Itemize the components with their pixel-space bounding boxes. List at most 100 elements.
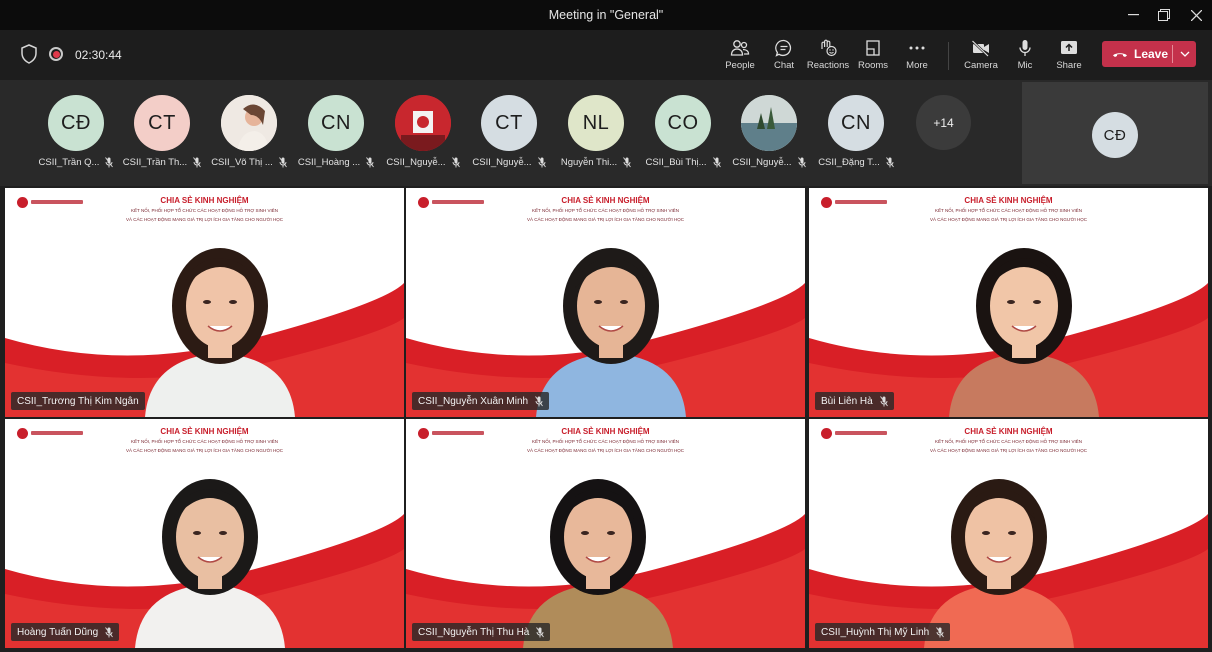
avatar-initials: CĐ [61,111,91,134]
participant-name: CSII_Hoàng ... [297,157,361,168]
participant-name: CSII_Nguyễ... [386,157,446,168]
avatar-initials: CT [148,111,176,134]
hang-up-icon [1113,53,1127,57]
participant-name: CSII_Đặng T... [818,157,880,168]
more-participants-button[interactable]: +14 [916,95,971,150]
participant-item[interactable]: CN CSII_Đặng T... [813,95,899,168]
video-tile[interactable]: CHIA SẺ KINH NGHIỆM KẾT NỐI, PHỐI HỢP TỔ … [406,419,805,648]
participant-avatar: CT [481,95,537,151]
share-button[interactable]: Share [1044,36,1094,76]
mic-muted-icon [193,157,202,168]
people-button[interactable]: People [715,36,765,76]
participant-item[interactable]: CN CSII_Hoàng ... [293,95,379,168]
participant-strip: +14 CĐ CĐ CSII_Trần Q... CT CSII_Trần Th...… [0,80,1212,186]
participant-name-tag: CSII_Nguyễn Xuân Minh [412,392,550,410]
mic-button[interactable]: Mic [1000,36,1050,76]
leave-button[interactable]: Leave [1102,41,1196,67]
participant-name-row: Nguyễn Thi... [553,157,639,168]
minimize-icon [1127,14,1139,16]
rooms-button[interactable]: Rooms [848,36,898,76]
participant-name-tag: Bùi Liên Hà [815,392,894,410]
toolbar-divider [948,42,949,70]
mic-muted-icon [105,157,114,168]
participant-item[interactable]: NL Nguyễn Thi... [553,95,639,168]
participant-name-row: CSII_Trần Q... [33,157,119,168]
participant-name: Nguyễn Thi... [560,157,618,168]
participant-avatar: CN [308,95,364,151]
participant-item[interactable]: CĐ CSII_Trần Q... [33,95,119,168]
leave-label: Leave [1134,47,1169,61]
participant-avatar [395,95,451,151]
participant-item[interactable]: CSII_Võ Thị ... [206,95,292,168]
participant-name-tag: CSII_Nguyễn Thị Thu Hà [412,623,551,641]
chevron-down-icon [1180,51,1189,57]
participant-name-row: CSII_Nguyễ... [726,157,812,168]
minimize-button[interactable] [1117,0,1149,30]
chat-button[interactable]: Chat [759,36,809,76]
participant-item[interactable]: CO CSII_Bùi Thị... [640,95,726,168]
participant-avatar: CĐ [48,95,104,151]
close-button[interactable] [1180,0,1212,30]
mic-muted-icon [105,626,114,637]
rooms-label: Rooms [857,60,889,71]
tile-participant-name: CSII_Trương Thị Kim Ngân [17,395,139,407]
avatar-initials: CN [841,111,871,134]
rooms-icon [866,40,880,56]
mic-muted-icon [537,157,546,168]
participant-name-row: CSII_Nguyễ... [380,157,466,168]
tile-participant-name: Hoàng Tuấn Dũng [17,626,99,638]
mic-muted-icon [712,157,721,168]
participant-avatar: CT [134,95,190,151]
participant-video-person [145,248,295,417]
teams-meeting-window: Meeting in "General" 02:30:44 People Cha… [0,0,1212,652]
share-icon [1061,41,1077,54]
restore-button[interactable] [1148,0,1180,30]
leave-options-dropdown[interactable] [1173,51,1196,57]
mic-muted-icon [936,626,945,637]
self-avatar: CĐ [1092,112,1138,158]
more-icon [909,46,925,50]
participant-name-tag: Hoàng Tuấn Dũng [11,623,120,641]
participant-name: CSII_Nguyễ... [472,157,532,168]
avatar-initials: CT [495,111,523,134]
participant-avatar: CO [655,95,711,151]
participant-name-row: CSII_Đặng T... [813,157,899,168]
more-button[interactable]: More [892,36,942,76]
video-tile[interactable]: CHIA SẺ KINH NGHIỆM KẾT NỐI, PHỐI HỢP TỔ … [5,188,404,417]
participant-video-person [924,479,1074,648]
shield-icon[interactable] [20,44,38,64]
close-icon [1190,9,1202,21]
meeting-toolbar: 02:30:44 People Chat Reactions Rooms Mor… [0,30,1212,80]
participant-item[interactable]: CSII_Nguyễ... [380,95,466,168]
participant-video-person [949,248,1099,417]
mic-muted-icon [879,395,888,406]
participant-video-person [135,479,285,648]
participant-item[interactable]: CT CSII_Nguyễ... [466,95,552,168]
mic-muted-icon [623,157,632,168]
mic-muted-icon [451,157,460,168]
title-bar: Meeting in "General" [0,0,1212,30]
participant-item[interactable]: CSII_Nguyễ... [726,95,812,168]
leave-main[interactable]: Leave [1102,47,1172,61]
participant-name-row: CSII_Võ Thị ... [206,157,292,168]
participant-item[interactable]: CT CSII_Trần Th... [119,95,205,168]
tile-participant-name: Bùi Liên Hà [821,395,873,407]
video-tile[interactable]: CHIA SẺ KINH NGHIỆM KẾT NỐI, PHỐI HỢP TỔ … [406,188,805,417]
participant-video-person [536,248,686,417]
reactions-button[interactable]: Reactions [803,36,853,76]
mic-muted-icon [366,157,375,168]
video-grid: CHIA SẺ KINH NGHIỆM KẾT NỐI, PHỐI HỢP TỔ … [0,186,1212,652]
people-label: People [725,60,755,71]
video-tile[interactable]: CHIA SẺ KINH NGHIỆM KẾT NỐI, PHỐI HỢP TỔ … [809,188,1208,417]
participant-name: CSII_Trần Q... [38,157,100,168]
camera-button[interactable]: Camera [956,36,1006,76]
participant-name: CSII_Bùi Thị... [645,157,707,168]
chat-label: Chat [773,60,795,71]
video-tile[interactable]: CHIA SẺ KINH NGHIỆM KẾT NỐI, PHỐI HỢP TỔ … [5,419,404,648]
self-video-tile[interactable]: CĐ [1022,82,1208,184]
tile-participant-name: CSII_Huỳnh Thị Mỹ Linh [821,626,930,638]
people-icon [730,40,750,56]
mic-muted-icon [885,157,894,168]
video-tile[interactable]: CHIA SẺ KINH NGHIỆM KẾT NỐI, PHỐI HỢP TỔ … [809,419,1208,648]
participant-avatar: NL [568,95,624,151]
